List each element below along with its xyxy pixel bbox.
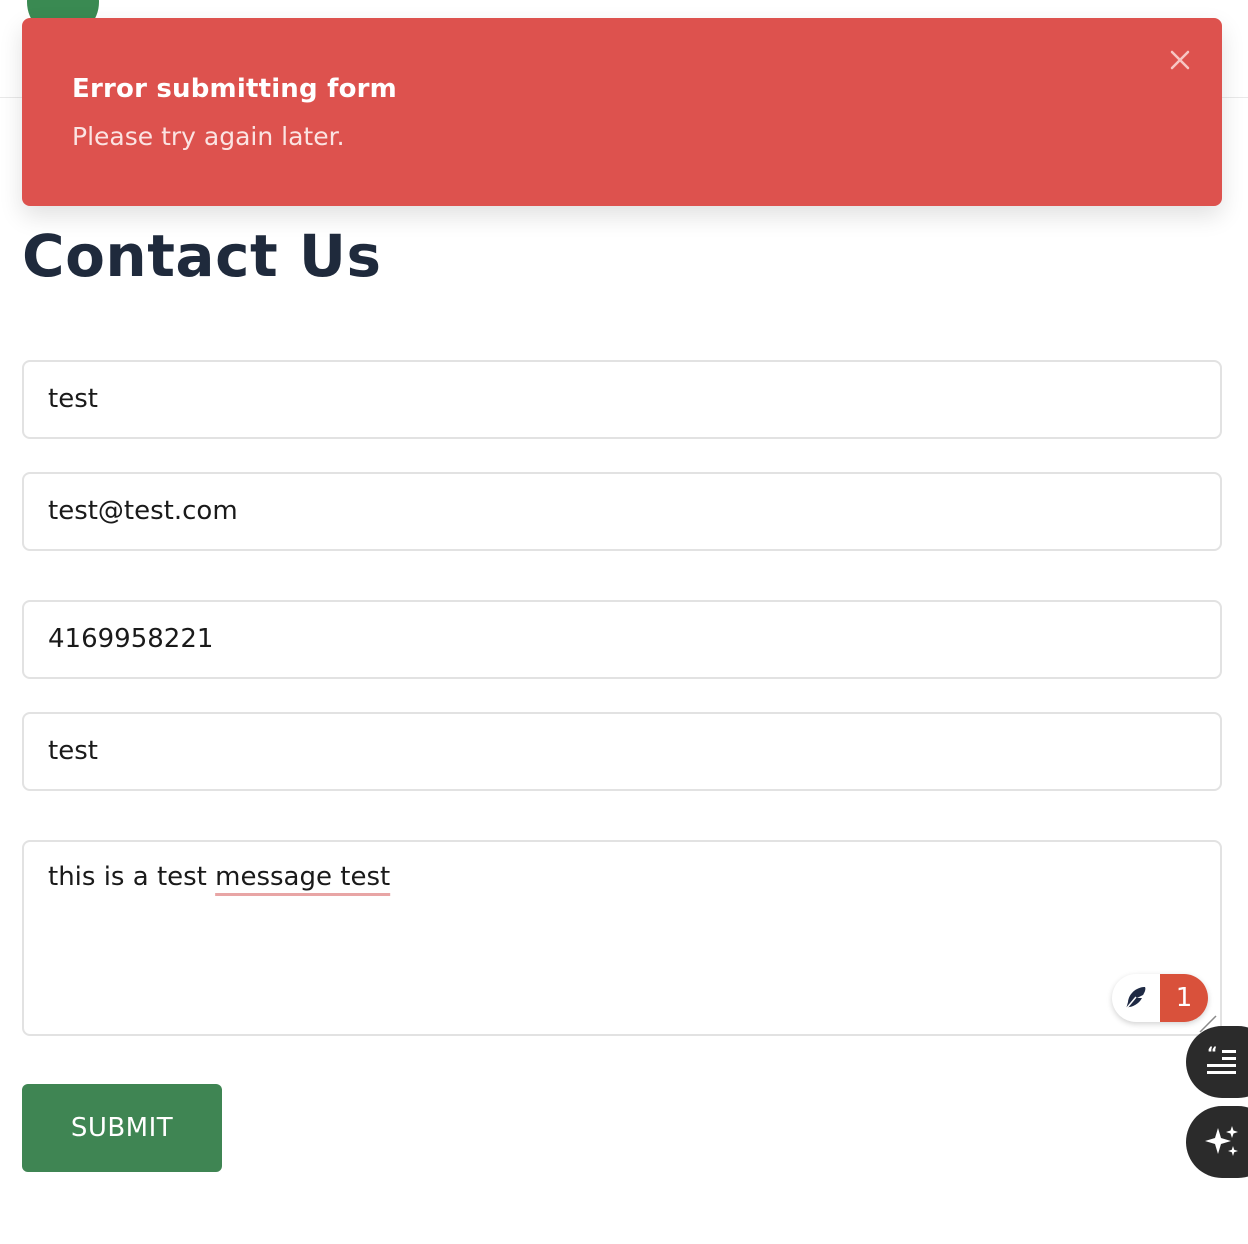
spellcheck-flagged-text[interactable]: message test — [215, 862, 390, 892]
error-toast: Error submitting form Please try again l… — [22, 18, 1222, 206]
toast-message: Please try again later. — [72, 122, 345, 151]
sparkles-icon — [1205, 1126, 1238, 1156]
name-field[interactable]: test — [22, 360, 1222, 439]
svg-text:“: “ — [1207, 1043, 1218, 1062]
page-title: Contact Us — [22, 222, 382, 290]
phone-field[interactable]: 4169958221 — [22, 600, 1222, 679]
message-text: this is a test — [48, 862, 216, 892]
quote-list-button[interactable]: “ — [1186, 1026, 1248, 1098]
subject-field[interactable]: test — [22, 712, 1222, 791]
submit-button[interactable]: SUBMIT — [22, 1084, 222, 1172]
grammar-assistant-badge[interactable]: 1 — [1112, 974, 1208, 1022]
grammar-issue-count: 1 — [1160, 974, 1208, 1022]
email-field[interactable]: test@test.com — [22, 472, 1222, 551]
ai-sparkle-button[interactable] — [1186, 1106, 1248, 1178]
toast-title: Error submitting form — [72, 74, 397, 104]
close-icon[interactable] — [1164, 44, 1196, 76]
page: Error submitting form Please try again l… — [0, 0, 1248, 1244]
message-field[interactable]: this is a test message test — [22, 840, 1222, 1036]
feather-icon — [1112, 974, 1160, 1022]
quote-list-icon: “ — [1207, 1043, 1236, 1074]
